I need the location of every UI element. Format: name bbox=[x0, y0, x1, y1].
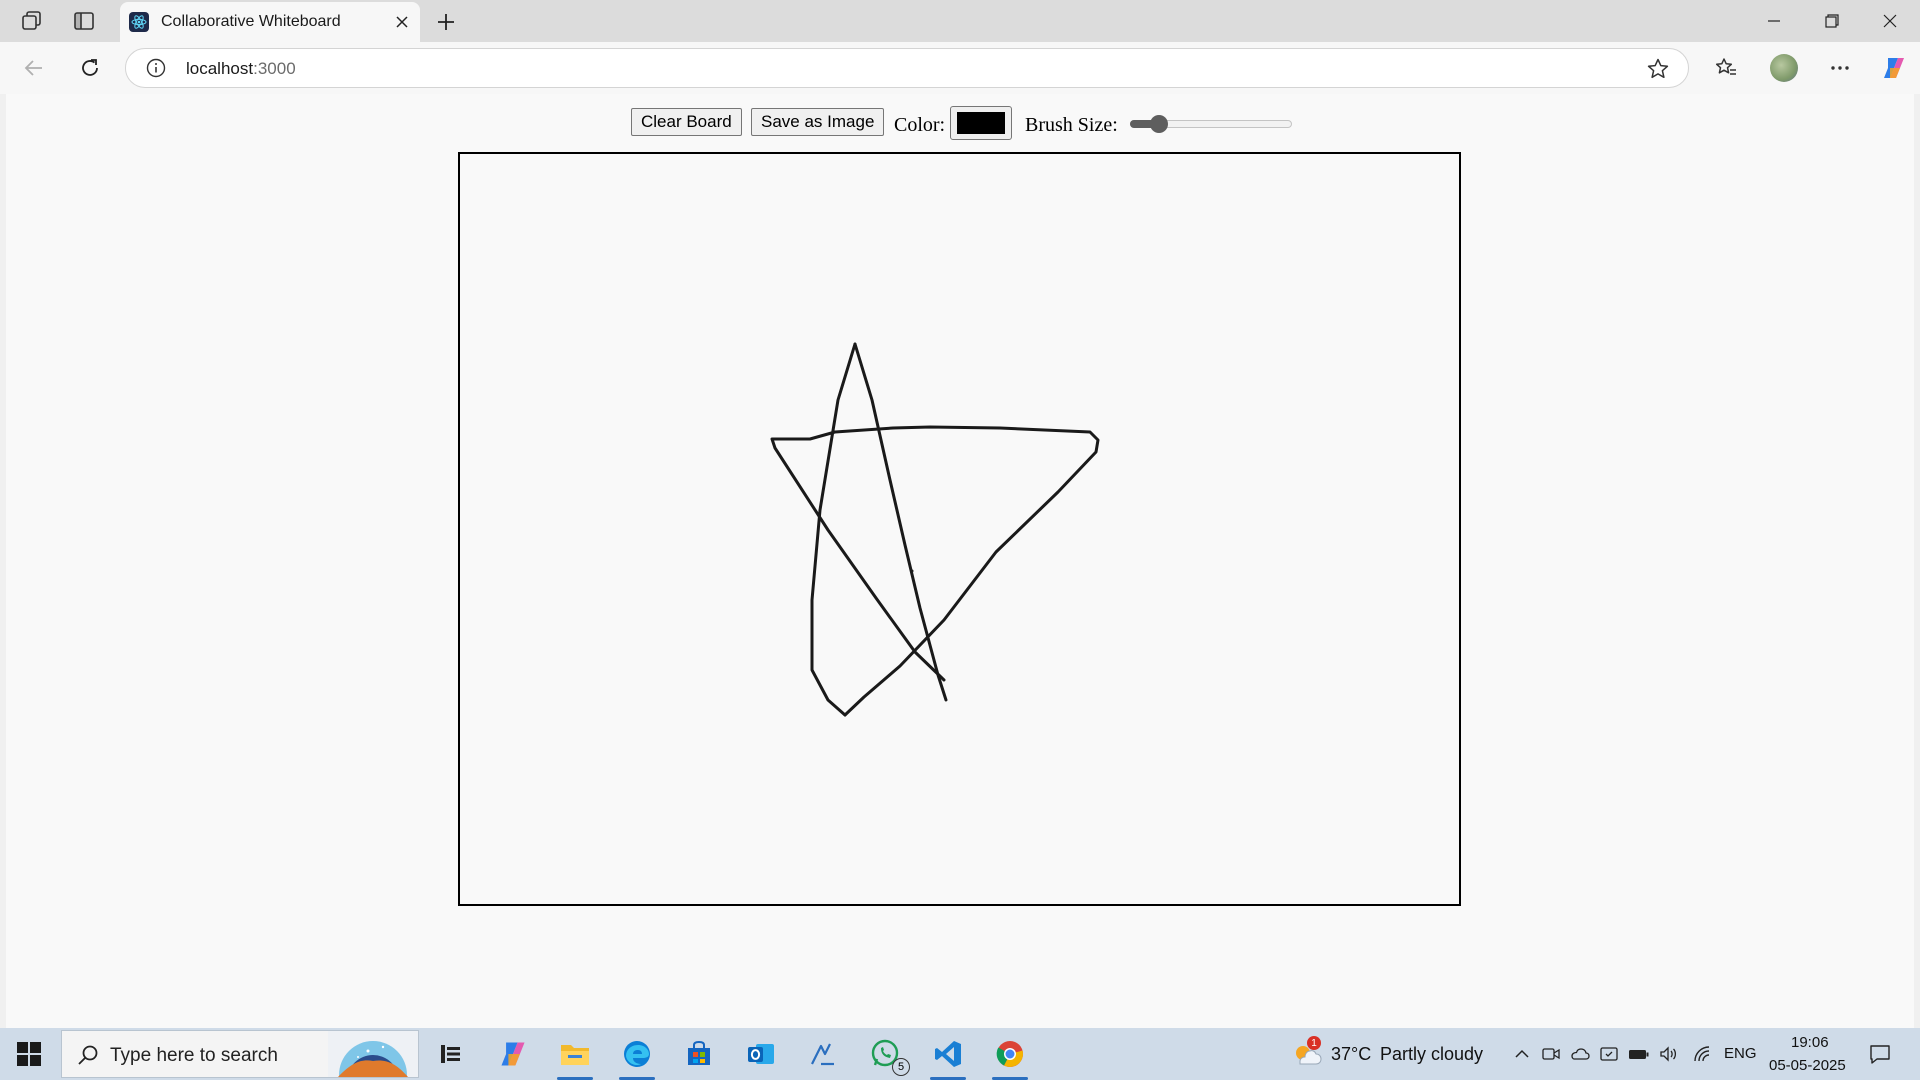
onedrive-sync-icon[interactable] bbox=[1570, 1044, 1590, 1064]
chrome-icon[interactable] bbox=[984, 1032, 1036, 1080]
refresh-icon[interactable] bbox=[76, 54, 104, 82]
color-picker-value bbox=[957, 112, 1005, 134]
volume-icon[interactable] bbox=[1658, 1044, 1678, 1064]
close-tab-icon[interactable] bbox=[390, 10, 414, 34]
react-favicon-icon bbox=[129, 12, 149, 32]
clock-date[interactable]: 05-05-2025 bbox=[1769, 1057, 1846, 1074]
copilot-icon[interactable] bbox=[1880, 54, 1908, 82]
copilot-app-icon[interactable] bbox=[487, 1032, 539, 1076]
task-view-icon[interactable] bbox=[424, 1032, 476, 1076]
back-icon[interactable] bbox=[20, 54, 48, 82]
language-indicator[interactable]: ENG bbox=[1724, 1045, 1757, 1062]
meet-now-icon[interactable] bbox=[1541, 1044, 1561, 1064]
tab-strip: Collaborative Whiteboard bbox=[0, 0, 1920, 42]
battery-icon[interactable] bbox=[1628, 1044, 1649, 1064]
save-as-image-button[interactable]: Save as Image bbox=[751, 108, 885, 136]
navigation-bar: localhost:3000 bbox=[0, 42, 1920, 94]
clock-time[interactable]: 19:06 bbox=[1791, 1034, 1829, 1051]
workspaces-icon[interactable] bbox=[20, 9, 44, 33]
site-info-icon[interactable] bbox=[146, 58, 166, 78]
favorites-icon[interactable] bbox=[1712, 54, 1740, 82]
security-icon[interactable] bbox=[1599, 1044, 1619, 1064]
weather-badge: 1 bbox=[1307, 1036, 1321, 1050]
search-icon bbox=[76, 1043, 100, 1067]
pen-app-icon[interactable] bbox=[797, 1032, 849, 1076]
more-options-icon[interactable] bbox=[1826, 54, 1854, 82]
taskbar: Type here to search 5 1 37°C Partly clou… bbox=[0, 1028, 1920, 1080]
color-label: Color: bbox=[894, 114, 946, 136]
chevron-up-icon[interactable] bbox=[1512, 1044, 1532, 1064]
tab-collaborative-whiteboard[interactable]: Collaborative Whiteboard bbox=[120, 2, 420, 42]
drawn-dot bbox=[910, 569, 914, 573]
vscode-icon[interactable] bbox=[922, 1032, 974, 1080]
brush-size-thumb[interactable] bbox=[1150, 115, 1169, 133]
color-picker[interactable] bbox=[950, 106, 1012, 140]
outlook-icon[interactable] bbox=[735, 1032, 787, 1076]
drawn-stroke-1 bbox=[810, 342, 857, 717]
file-explorer-icon[interactable] bbox=[549, 1032, 601, 1080]
brush-size-label: Brush Size: bbox=[1025, 114, 1118, 136]
search-placeholder: Type here to search bbox=[110, 1045, 278, 1066]
favorite-star-icon[interactable] bbox=[1646, 57, 1670, 81]
vertical-tabs-icon[interactable] bbox=[72, 9, 96, 33]
search-highlight-art bbox=[328, 1031, 418, 1077]
clear-board-button[interactable]: Clear Board bbox=[631, 108, 742, 136]
close-window-icon[interactable] bbox=[1862, 6, 1918, 36]
taskbar-search[interactable]: Type here to search bbox=[61, 1030, 419, 1078]
drawn-stroke-2 bbox=[770, 425, 1100, 717]
new-tab-icon[interactable] bbox=[432, 8, 460, 36]
whatsapp-badge: 5 bbox=[892, 1058, 910, 1076]
weather-desc[interactable]: Partly cloudy bbox=[1380, 1044, 1483, 1065]
edge-browser-icon[interactable] bbox=[611, 1032, 663, 1080]
minimize-icon[interactable] bbox=[1746, 6, 1802, 36]
wifi-icon[interactable] bbox=[1692, 1044, 1712, 1064]
weather-icon[interactable]: 1 bbox=[1292, 1036, 1322, 1068]
whatsapp-icon[interactable]: 5 bbox=[860, 1032, 912, 1076]
notifications-icon[interactable] bbox=[1868, 1042, 1892, 1066]
microsoft-store-icon[interactable] bbox=[673, 1032, 725, 1076]
profile-avatar[interactable] bbox=[1770, 54, 1798, 82]
drawn-stroke-3 bbox=[853, 342, 948, 702]
brush-size-slider[interactable] bbox=[1130, 115, 1292, 133]
page-viewport: Clear Board Save as Image Color: Brush S… bbox=[6, 94, 1914, 1028]
url-host: localhost bbox=[186, 59, 254, 78]
url-text[interactable]: localhost:3000 bbox=[186, 59, 296, 79]
drawing-surface bbox=[770, 342, 1100, 717]
restore-icon[interactable] bbox=[1804, 6, 1860, 36]
url-port: :3000 bbox=[253, 59, 296, 78]
tab-title: Collaborative Whiteboard bbox=[161, 13, 341, 30]
weather-temp[interactable]: 37°C bbox=[1331, 1044, 1371, 1065]
whiteboard-canvas[interactable] bbox=[458, 152, 1461, 906]
address-bar[interactable]: localhost:3000 bbox=[125, 48, 1689, 88]
windows-start-icon[interactable] bbox=[16, 1041, 42, 1067]
